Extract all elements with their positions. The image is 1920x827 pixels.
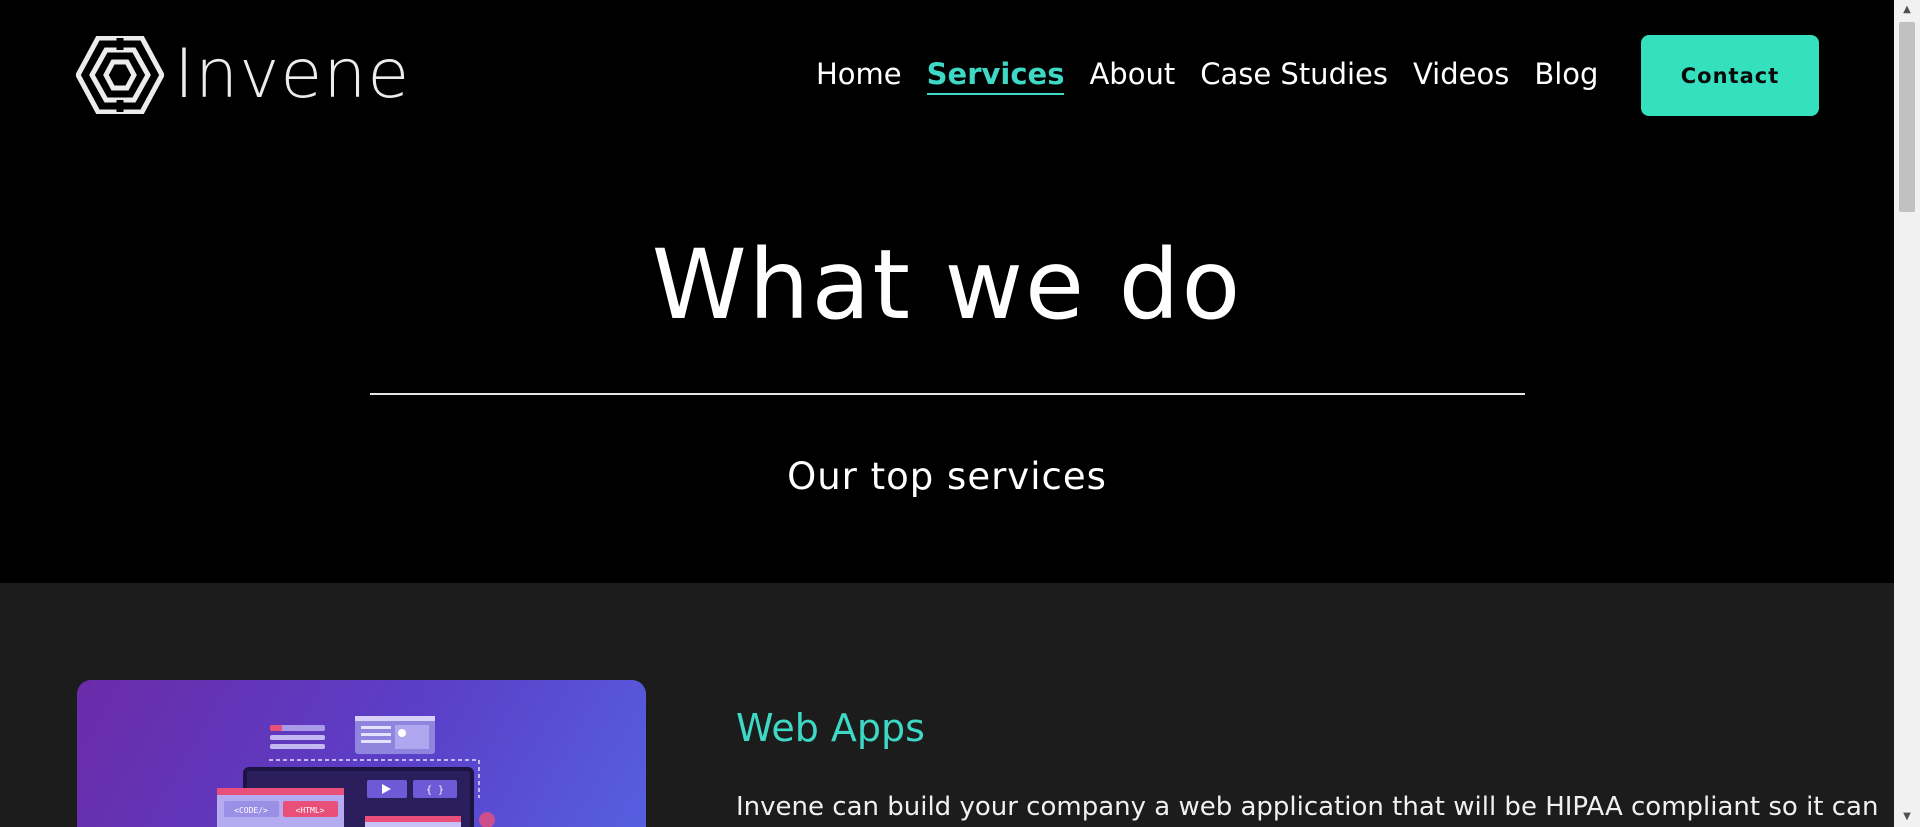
- site-header: Invene Home Services About Case Studies …: [0, 0, 1894, 150]
- web-app-illustration: { } <CODE/> <HTML>: [77, 680, 646, 827]
- contact-button[interactable]: Contact: [1641, 35, 1819, 116]
- nav-item-about[interactable]: About: [1089, 52, 1175, 96]
- nav-item-case-studies[interactable]: Case Studies: [1200, 52, 1388, 96]
- svg-text:{ }: { }: [426, 785, 444, 796]
- services-section: { } <CODE/> <HTML> Web Apps Invene can b…: [0, 583, 1894, 827]
- title-divider: [370, 393, 1525, 395]
- scrollbar-thumb[interactable]: [1899, 22, 1915, 212]
- nav-item-videos[interactable]: Videos: [1413, 52, 1509, 96]
- nav-item-home[interactable]: Home: [816, 52, 902, 96]
- scroll-down-arrow-icon[interactable]: ▼: [1894, 807, 1920, 827]
- service-title-web-apps: Web Apps: [736, 706, 925, 750]
- hexagon-logo-icon: [76, 36, 164, 114]
- svg-text:<HTML>: <HTML>: [296, 806, 325, 815]
- scroll-up-arrow-icon[interactable]: ▲: [1894, 0, 1920, 20]
- nav-item-services[interactable]: Services: [926, 52, 1064, 96]
- svg-text:<CODE/>: <CODE/>: [234, 806, 268, 815]
- page-title: What we do: [651, 229, 1243, 341]
- main-nav: Home Services About Case Studies Videos …: [816, 52, 1598, 96]
- nav-item-blog[interactable]: Blog: [1534, 52, 1598, 96]
- service-description-web-apps: Invene can build your company a web appl…: [736, 792, 1879, 822]
- brand-name: Invene: [174, 35, 411, 114]
- web-app-illustration-graphic: { } <CODE/> <HTML>: [217, 716, 495, 827]
- page-subtitle: Our top services: [787, 455, 1107, 498]
- brand-logo[interactable]: Invene: [76, 36, 410, 114]
- vertical-scrollbar[interactable]: ▲ ▼: [1894, 0, 1920, 827]
